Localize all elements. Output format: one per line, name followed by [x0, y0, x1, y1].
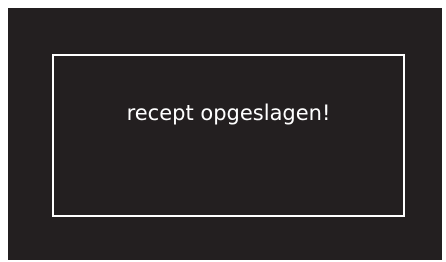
confirmation-message: recept opgeslagen!	[126, 101, 331, 125]
confirmation-dialog: recept opgeslagen!	[52, 54, 405, 217]
screen-background: recept opgeslagen!	[8, 8, 442, 260]
